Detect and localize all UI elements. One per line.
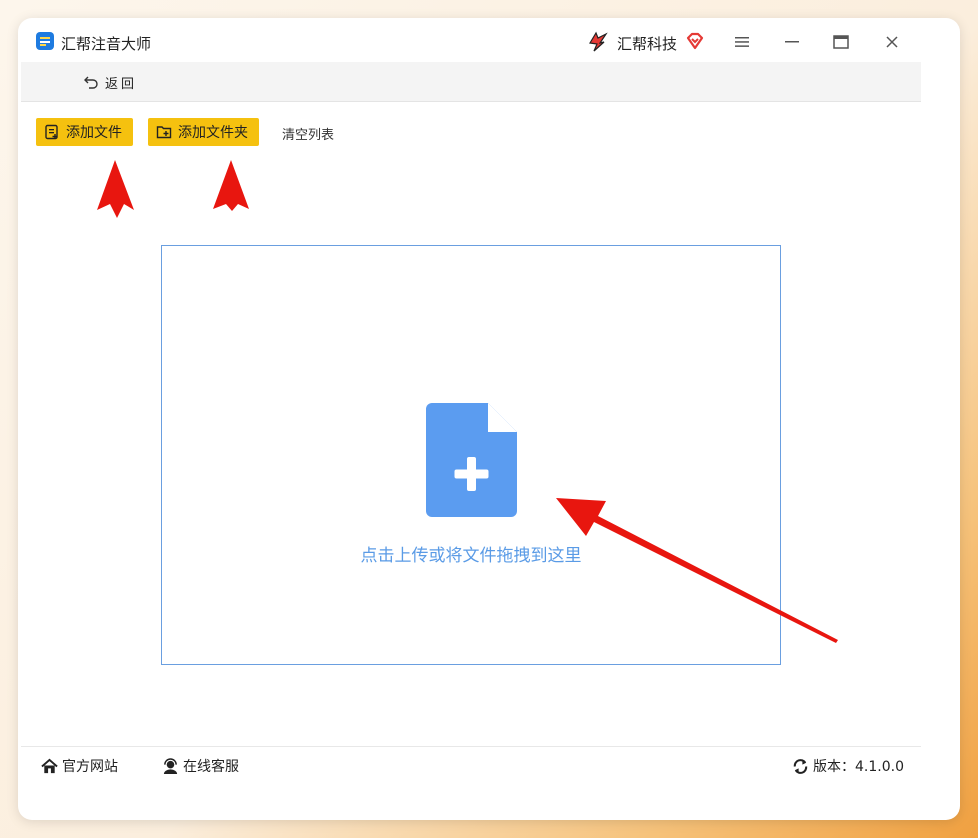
- file-add-icon: [426, 403, 517, 517]
- version-info: 版本：4.1.0.0: [792, 756, 904, 776]
- drop-zone-text: 点击上传或将文件拖拽到这里: [360, 546, 582, 566]
- title-bar: 汇帮注音大师 汇帮科技: [20, 26, 920, 60]
- clear-list-button[interactable]: 清空列表: [282, 124, 334, 143]
- footer: 官方网站 在线客服 版本：4.1.0.0: [21, 746, 921, 782]
- minimize-button[interactable]: [777, 28, 807, 56]
- undo-arrow-icon: [84, 76, 98, 89]
- vip-diamond-icon[interactable]: [685, 31, 705, 51]
- version-label: 版本：4.1.0.0: [813, 759, 904, 775]
- menu-icon: [735, 37, 749, 47]
- file-drop-zone[interactable]: 点击上传或将文件拖拽到这里: [161, 245, 781, 665]
- menu-button[interactable]: [727, 28, 757, 56]
- add-file-label: 添加文件: [66, 125, 122, 141]
- official-site-label: 官方网站: [62, 759, 118, 775]
- add-folder-label: 添加文件夹: [178, 125, 248, 141]
- headset-user-icon: [163, 757, 178, 774]
- app-title: 汇帮注音大师: [61, 35, 152, 53]
- app-logo-icon: [36, 32, 54, 50]
- maximize-icon: [833, 35, 849, 49]
- official-site-link[interactable]: 官方网站: [41, 756, 118, 776]
- add-file-button[interactable]: 添加文件: [36, 118, 133, 146]
- brand-logo-icon: [586, 29, 610, 53]
- add-folder-button[interactable]: 添加文件夹: [148, 118, 259, 146]
- close-icon: [886, 36, 898, 48]
- refresh-icon: [793, 758, 808, 774]
- minimize-icon: [785, 41, 799, 43]
- online-service-link[interactable]: 在线客服: [162, 756, 239, 776]
- nav-bar: 返回: [21, 62, 921, 102]
- back-label: 返回: [105, 76, 138, 92]
- home-icon: [41, 758, 58, 773]
- brand-name: 汇帮科技: [617, 35, 678, 53]
- online-service-label: 在线客服: [183, 759, 239, 775]
- close-button[interactable]: [877, 28, 907, 56]
- back-button[interactable]: 返回: [83, 72, 137, 92]
- folder-add-icon: [156, 126, 172, 139]
- maximize-button[interactable]: [826, 28, 856, 56]
- file-list-icon: [45, 124, 58, 140]
